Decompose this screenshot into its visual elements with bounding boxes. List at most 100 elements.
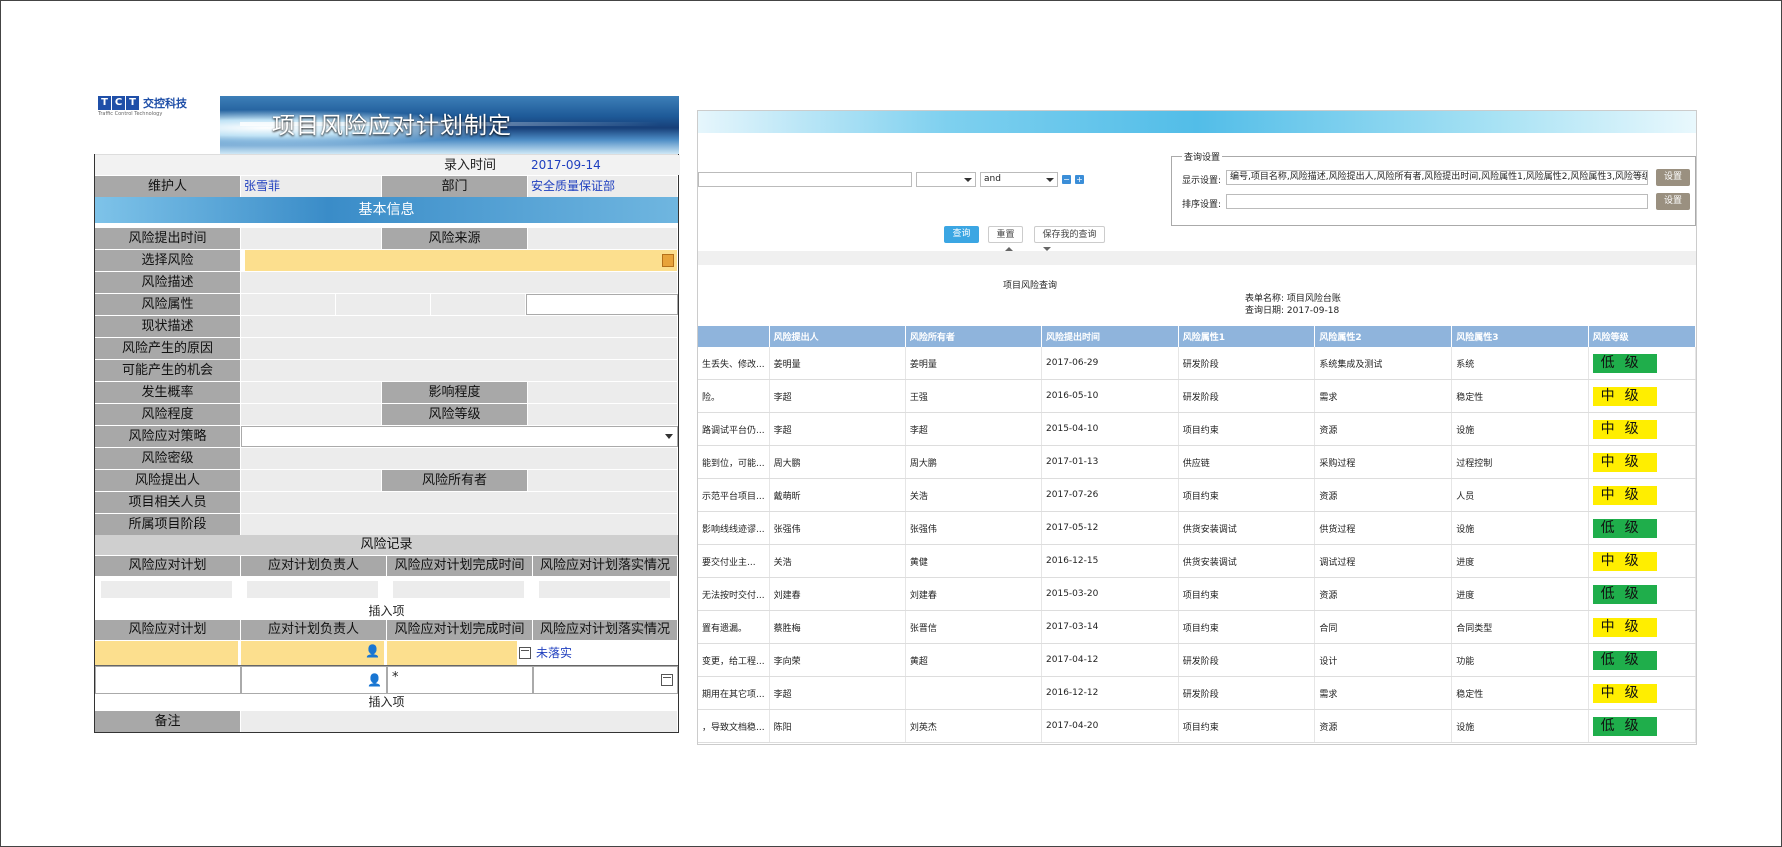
cell-a2: 需求: [1314, 676, 1453, 710]
report-title: 项目风险查询: [1003, 281, 1058, 291]
cell-date: 2016-12-15: [1041, 544, 1179, 578]
calendar-icon[interactable]: [661, 674, 673, 686]
risk-degree-field[interactable]: [241, 404, 382, 425]
strategy-select[interactable]: [241, 426, 678, 447]
cell-a2: 设计: [1314, 643, 1453, 677]
plan-row3-owner[interactable]: 👤: [241, 666, 387, 694]
cell-a1: 研发阶段: [1178, 676, 1316, 710]
risk-level-badge: 中级: [1592, 485, 1657, 505]
operator-select[interactable]: [916, 172, 976, 187]
table-row[interactable]: ，导致文档稳... 陈阳 刘英杰 2017-04-20 项目约束 资源 设施 低级: [698, 709, 1696, 743]
reset-button[interactable]: 重置: [988, 226, 1023, 243]
cell-desc: 无法按时交付...: [698, 577, 770, 611]
save-query-button[interactable]: 保存我的查询: [1034, 226, 1105, 243]
display-settings-input[interactable]: 编号,项目名称,风险描述,风险提出人,风险所有者,风险提出时间,风险属性1,风险…: [1226, 170, 1648, 185]
risk-attr-3-field[interactable]: [431, 294, 526, 315]
plan-row3-status[interactable]: [533, 666, 678, 694]
col-owner[interactable]: 风险所有者: [905, 326, 1043, 347]
add-condition-icon[interactable]: +: [1075, 175, 1084, 184]
table-row[interactable]: 期用在其它项... 李超 2016-12-12 研发阶段 需求 稳定性 中级: [698, 676, 1696, 710]
sort-set-button[interactable]: 设置: [1656, 193, 1690, 210]
chevron-down-icon[interactable]: [665, 434, 673, 439]
cell-date: 2017-06-29: [1041, 347, 1179, 380]
plan-row3-plan[interactable]: [95, 666, 241, 694]
table-row[interactable]: 能到位，可能... 周大鹏 周大鹏 2017-01-13 供应链 采购过程 过程控制 中级: [698, 445, 1696, 479]
risk-cause-field[interactable]: [241, 338, 678, 359]
remark-field[interactable]: [241, 711, 678, 732]
table-row[interactable]: 无法按时交付... 刘建春 刘建春 2015-03-20 项目约束 资源 进度 低级: [698, 577, 1696, 611]
table-row[interactable]: 险。 李超 王强 2016-05-10 研发阶段 需求 稳定性 中级: [698, 379, 1696, 413]
impact-label: 影响程度: [382, 382, 528, 403]
cell-a1: 供货安装调试: [1178, 544, 1316, 578]
sort-settings-input[interactable]: [1226, 194, 1648, 209]
table-row[interactable]: 示范平台项目... 戴萌昕 关浩 2017-07-26 项目约束 资源 人员 中级: [698, 478, 1696, 512]
plan-row2-status[interactable]: 未落实: [533, 641, 678, 665]
table-row[interactable]: 路调试平台仍... 李超 李超 2015-04-10 项目约束 资源 设施 中级: [698, 412, 1696, 446]
cell-a3: 稳定性: [1451, 676, 1589, 710]
display-set-button[interactable]: 设置: [1656, 169, 1690, 186]
status-desc-label: 现状描述: [95, 316, 241, 337]
cell-level: 中级: [1588, 445, 1696, 479]
table-header-row: 风险提出人 风险所有者 风险提出时间 风险属性1 风险属性2 风险属性3 风险等…: [698, 326, 1696, 347]
table-row[interactable]: 要交付业主... 关浩 黄健 2016-12-15 供货安装调试 调试过程 进度 中级: [698, 544, 1696, 578]
cell-a2: 供货过程: [1314, 511, 1453, 545]
table-row[interactable]: 置有遗漏。 蔡胜梅 张晋信 2017-03-14 项目约束 合同 合同类型 中级: [698, 610, 1696, 644]
cell-a2: 需求: [1314, 379, 1453, 413]
insert-item-link-1[interactable]: 插入项: [95, 603, 678, 619]
cell-a2: 合同: [1314, 610, 1453, 644]
picker-icon[interactable]: [662, 254, 674, 267]
possible-chance-field[interactable]: [241, 360, 678, 381]
plan-row1-time[interactable]: [393, 581, 525, 598]
query-value-input[interactable]: [698, 172, 912, 187]
risk-level-field[interactable]: [528, 404, 678, 425]
remove-condition-icon[interactable]: −: [1062, 175, 1071, 184]
col-attr2[interactable]: 风险属性2: [1314, 326, 1453, 347]
table-row[interactable]: 变更，给工程... 李向荣 黄超 2017-04-12 研发阶段 设计 功能 低级: [698, 643, 1696, 677]
col-attr1[interactable]: 风险属性1: [1178, 326, 1316, 347]
plan-row1-plan[interactable]: [101, 581, 233, 598]
cell-date: 2017-07-26: [1041, 478, 1179, 512]
owner-field[interactable]: [528, 470, 678, 491]
and-select[interactable]: and: [980, 172, 1058, 187]
risk-desc-field[interactable]: [241, 272, 678, 293]
plan-row2-plan[interactable]: [95, 641, 239, 665]
insert-item-link-2[interactable]: 插入项: [95, 694, 678, 710]
proposer-field[interactable]: [241, 470, 382, 491]
risk-attr-4-field[interactable]: [526, 294, 678, 315]
plan-row3-time[interactable]: *: [387, 666, 533, 694]
stage-field[interactable]: [241, 514, 678, 535]
col-proposer[interactable]: 风险提出人: [769, 326, 906, 347]
user-icon[interactable]: 👤: [365, 645, 380, 657]
user-icon[interactable]: 👤: [367, 674, 382, 686]
cell-level: 低级: [1588, 347, 1696, 380]
risk-source-field[interactable]: [528, 228, 678, 249]
col-attr3[interactable]: 风险属性3: [1451, 326, 1589, 347]
secret-field[interactable]: [241, 448, 678, 469]
related-field[interactable]: [241, 492, 678, 513]
risk-attr-1-field[interactable]: [241, 294, 336, 315]
cell-desc: 示范平台项目...: [698, 478, 770, 512]
calendar-icon[interactable]: [519, 647, 531, 659]
maintainer-value: 张雪菲: [241, 176, 382, 197]
plan-row1-status[interactable]: [539, 581, 671, 598]
plan-row2-time[interactable]: [387, 641, 518, 665]
col-date[interactable]: 风险提出时间: [1041, 326, 1179, 347]
risk-time-field[interactable]: [241, 228, 382, 249]
col-level[interactable]: 风险等级: [1588, 326, 1696, 347]
cell-owner: 姜明量: [905, 347, 1043, 380]
related-label: 项目相关人员: [95, 492, 241, 513]
select-risk-field[interactable]: [245, 250, 678, 271]
status-desc-field[interactable]: [241, 316, 678, 337]
impact-field[interactable]: [528, 382, 678, 403]
collapse-up-icon[interactable]: [1005, 247, 1013, 251]
possible-chance-label: 可能产生的机会: [95, 360, 241, 381]
plan-row1-owner[interactable]: [247, 581, 379, 598]
table-row[interactable]: 生丢失、修改... 姜明量 姜明量 2017-06-29 研发阶段 系统集成及测试 系统 低级: [698, 347, 1696, 380]
query-button[interactable]: 查询: [944, 226, 979, 243]
plan-row2-owner[interactable]: 👤: [241, 641, 385, 665]
probability-field[interactable]: [241, 382, 382, 403]
col-desc[interactable]: [698, 326, 770, 347]
risk-attr-2-field[interactable]: [336, 294, 431, 315]
expand-down-icon[interactable]: [1043, 247, 1051, 251]
table-row[interactable]: 影响线线迹谬... 张强伟 张强伟 2017-05-12 供货安装调试 供货过程 设施 低级: [698, 511, 1696, 545]
